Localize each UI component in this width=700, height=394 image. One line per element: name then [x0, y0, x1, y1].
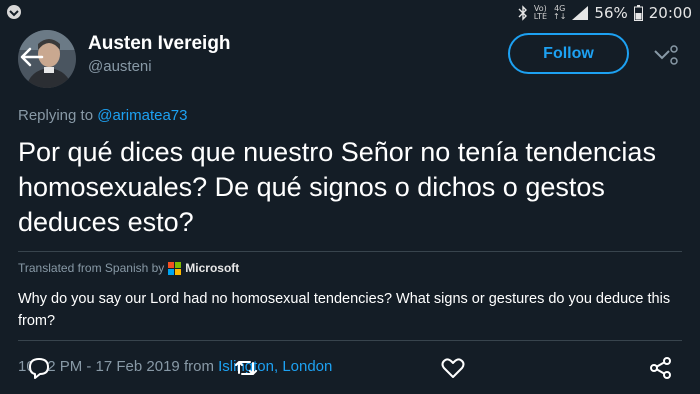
signal-icon — [572, 6, 589, 20]
battery-percent: 56% — [594, 4, 628, 22]
translated-from-label: Translated from Spanish by — [18, 261, 165, 275]
reply-icon[interactable] — [26, 355, 52, 381]
app-notification-icon — [7, 5, 21, 19]
retweet-icon[interactable] — [233, 355, 259, 381]
status-bar: Vo) LTE 4G ↑↓ 56% 20:00 — [0, 0, 700, 26]
translation-attribution: Translated from Spanish by Microsoft — [18, 261, 239, 275]
replying-prefix: Replying to — [18, 107, 98, 124]
chevron-down-icon[interactable] — [650, 40, 680, 70]
back-arrow-icon[interactable] — [18, 46, 44, 68]
follow-button[interactable]: Follow — [508, 33, 629, 74]
tweet-meta: 10:52 PM - 17 Feb 2019 from Islington, L… — [18, 358, 332, 375]
status-icons: Vo) LTE 4G ↑↓ 56% 20:00 — [518, 3, 692, 23]
translator-name: Microsoft — [185, 261, 240, 275]
replying-to: Replying to @arimatea73 — [18, 107, 188, 124]
translated-text: Why do you say our Lord had no homosexua… — [18, 291, 671, 329]
reply-mention-link[interactable]: @arimatea73 — [97, 107, 187, 124]
profile-handle[interactable]: @austeni — [88, 58, 152, 75]
volte-indicator: Vo) LTE — [533, 4, 548, 21]
bluetooth-icon — [518, 5, 527, 21]
microsoft-logo-icon — [168, 261, 182, 275]
tweet-text: Por qué dices que nuestro Señor no tenía… — [18, 137, 656, 237]
divider — [18, 340, 682, 341]
like-icon[interactable] — [440, 355, 466, 381]
network-type-indicator: 4G ↑↓ — [553, 4, 567, 21]
share-icon[interactable] — [648, 355, 674, 381]
divider — [18, 251, 682, 252]
clock: 20:00 — [648, 4, 692, 22]
profile-name[interactable]: Austen Ivereigh — [88, 33, 231, 55]
battery-icon — [633, 5, 643, 21]
